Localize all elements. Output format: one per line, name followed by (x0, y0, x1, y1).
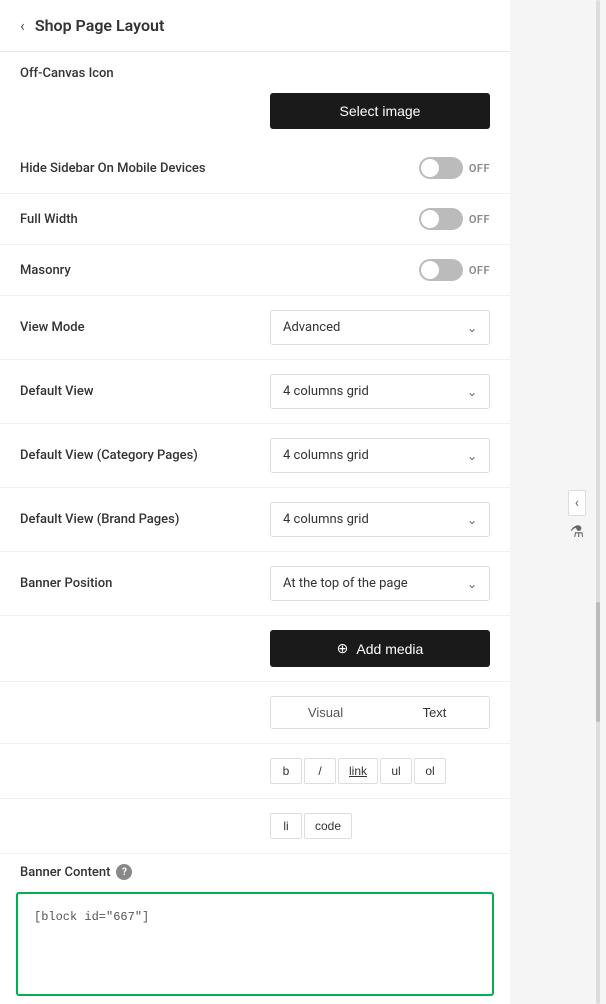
add-media-icon: ⊕ (337, 640, 349, 657)
full-width-toggle[interactable] (419, 208, 463, 230)
default-view-category-value: 4 columns grid (283, 448, 369, 463)
right-panel: ‹ ⚗ (510, 0, 606, 1004)
banner-content-textarea[interactable] (26, 902, 484, 982)
default-view-arrow-icon: ⌄ (467, 385, 477, 399)
add-media-row: ⊕ Add media (0, 616, 510, 682)
full-width-row: Full Width OFF (0, 194, 510, 245)
view-mode-label: View Mode (20, 320, 85, 335)
banner-content-section: Banner Content ? (0, 854, 510, 996)
hide-sidebar-row: Hide Sidebar On Mobile Devices OFF (0, 143, 510, 194)
default-view-brand-row: Default View (Brand Pages) 4 columns gri… (0, 488, 510, 552)
side-icon-area: ‹ ⚗ (568, 490, 586, 541)
default-view-category-arrow-icon: ⌄ (467, 449, 477, 463)
toolbar-ol-button[interactable]: ol (414, 758, 446, 784)
default-view-brand-arrow-icon: ⌄ (467, 513, 477, 527)
off-canvas-label: Off-Canvas Icon (20, 66, 114, 81)
editor-toolbar-row1: b / link ul ol (270, 758, 490, 784)
banner-position-label: Banner Position (20, 576, 112, 591)
hide-sidebar-toggle-container[interactable]: OFF (419, 157, 490, 179)
toolbar-italic-button[interactable]: / (304, 758, 336, 784)
full-width-label: Full Width (20, 212, 78, 227)
banner-position-dropdown[interactable]: At the top of the page ⌄ (270, 566, 490, 601)
view-mode-value: Advanced (283, 320, 340, 335)
default-view-category-row: Default View (Category Pages) 4 columns … (0, 424, 510, 488)
back-button[interactable]: ‹ (20, 16, 25, 35)
scrollbar[interactable] (596, 0, 600, 1004)
toolbar-ul-button[interactable]: ul (380, 758, 412, 784)
banner-position-arrow-icon: ⌄ (467, 577, 477, 591)
full-width-toggle-label: OFF (469, 213, 490, 226)
view-mode-arrow-icon: ⌄ (467, 321, 477, 335)
toolbar-link-button[interactable]: link (338, 758, 378, 784)
view-mode-dropdown[interactable]: Advanced ⌄ (270, 310, 490, 345)
side-chevron-icon[interactable]: ‹ (568, 490, 586, 516)
toolbar-li-button[interactable]: li (270, 813, 302, 839)
default-view-label: Default View (20, 384, 93, 399)
tab-visual[interactable]: Visual (271, 697, 380, 728)
banner-content-editor[interactable] (16, 892, 494, 996)
default-view-row: Default View 4 columns grid ⌄ (0, 360, 510, 424)
off-canvas-label-row: Off-Canvas Icon (0, 52, 510, 87)
scrollbar-thumb[interactable] (596, 602, 600, 722)
view-mode-row: View Mode Advanced ⌄ (0, 296, 510, 360)
select-image-button[interactable]: Select image (270, 93, 490, 129)
default-view-brand-label: Default View (Brand Pages) (20, 512, 179, 527)
full-width-toggle-container[interactable]: OFF (419, 208, 490, 230)
select-image-row: Select image (0, 87, 510, 143)
masonry-label: Masonry (20, 263, 71, 278)
hide-sidebar-label: Hide Sidebar On Mobile Devices (20, 161, 206, 176)
add-media-label: Add media (356, 641, 423, 657)
page-title: Shop Page Layout (35, 16, 165, 35)
default-view-value: 4 columns grid (283, 384, 369, 399)
default-view-dropdown[interactable]: 4 columns grid ⌄ (270, 374, 490, 409)
tab-text[interactable]: Text (380, 697, 489, 728)
banner-content-label-row: Banner Content ? (0, 854, 510, 884)
toolbar-bold-button[interactable]: b (270, 758, 302, 784)
banner-position-row: Banner Position At the top of the page ⌄ (0, 552, 510, 616)
editor-tabs-row: Visual Text (0, 682, 510, 744)
masonry-toggle-container[interactable]: OFF (419, 259, 490, 281)
default-view-category-dropdown[interactable]: 4 columns grid ⌄ (270, 438, 490, 473)
hide-sidebar-toggle-label: OFF (469, 162, 490, 175)
help-icon[interactable]: ? (116, 864, 132, 880)
add-media-button[interactable]: ⊕ Add media (270, 630, 490, 667)
editor-toolbar-row2: li code (270, 813, 490, 839)
panel-header: ‹ Shop Page Layout (0, 0, 510, 52)
banner-position-value: At the top of the page (283, 576, 408, 591)
side-filter-icon[interactable]: ⚗ (570, 522, 584, 541)
masonry-toggle-label: OFF (469, 264, 490, 277)
default-view-brand-dropdown[interactable]: 4 columns grid ⌄ (270, 502, 490, 537)
default-view-category-label: Default View (Category Pages) (20, 448, 198, 463)
default-view-brand-value: 4 columns grid (283, 512, 369, 527)
editor-tabs: Visual Text (270, 696, 490, 729)
toolbar-row-2: li code (0, 799, 510, 854)
masonry-row: Masonry OFF (0, 245, 510, 296)
toolbar-row-1: b / link ul ol (0, 744, 510, 799)
toolbar-code-button[interactable]: code (304, 813, 352, 839)
hide-sidebar-toggle[interactable] (419, 157, 463, 179)
masonry-toggle[interactable] (419, 259, 463, 281)
banner-content-label: Banner Content (20, 865, 110, 880)
